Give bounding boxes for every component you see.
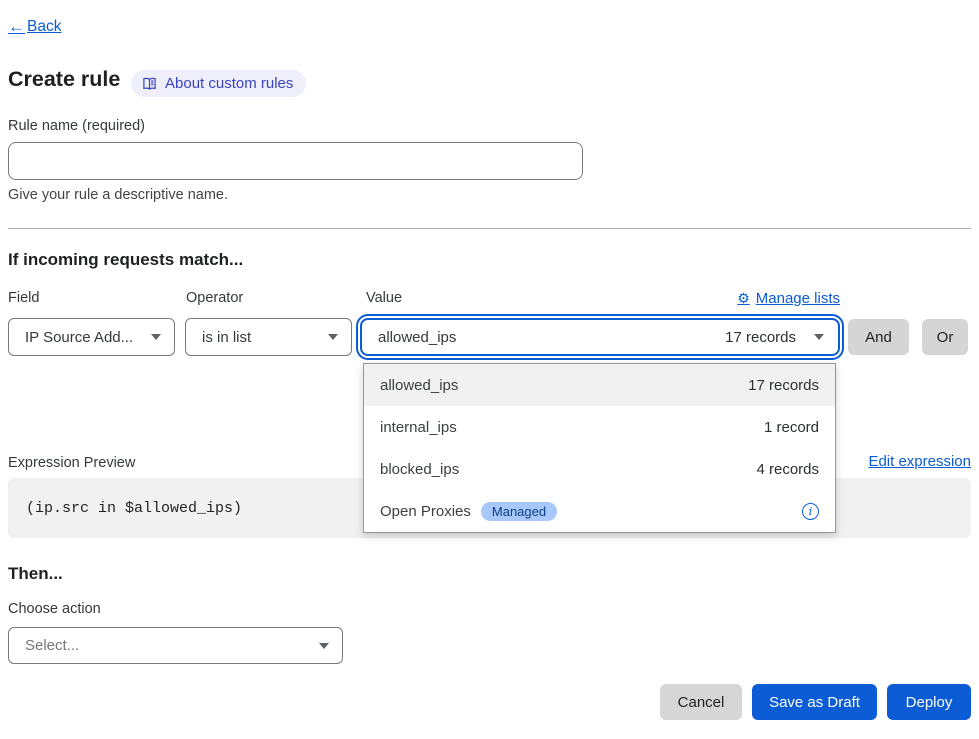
- section-divider: [8, 228, 971, 229]
- list-item-records: 1 record: [764, 419, 819, 436]
- gear-icon: ⚙: [737, 290, 750, 307]
- value-select-record-count: 17 records: [725, 329, 796, 346]
- list-item-records: 4 records: [756, 461, 819, 478]
- managed-badge: Managed: [481, 502, 557, 521]
- list-item-open-proxies[interactable]: Open Proxies Managed i: [364, 490, 835, 532]
- operator-column-label: Operator: [186, 290, 243, 306]
- value-select[interactable]: allowed_ips 17 records: [360, 318, 840, 356]
- and-button[interactable]: And: [848, 319, 909, 355]
- chevron-down-icon: [319, 643, 329, 649]
- list-item-internal-ips[interactable]: internal_ips 1 record: [364, 406, 835, 448]
- or-button[interactable]: Or: [922, 319, 968, 355]
- create-rule-page: ← Back Create rule About custom rules Ru…: [0, 0, 979, 739]
- cancel-button[interactable]: Cancel: [660, 684, 742, 720]
- about-custom-rules-label: About custom rules: [165, 75, 293, 92]
- action-select-placeholder: Select...: [25, 637, 79, 654]
- about-custom-rules-link[interactable]: About custom rules: [131, 70, 306, 97]
- rule-name-helper-text: Give your rule a descriptive name.: [8, 187, 228, 203]
- value-select-value: allowed_ips: [378, 329, 456, 346]
- book-icon: [142, 77, 157, 91]
- chevron-down-icon: [151, 334, 161, 340]
- value-column-label: Value: [366, 290, 402, 306]
- back-link-label: Back: [27, 18, 61, 36]
- field-select[interactable]: IP Source Add...: [8, 318, 175, 356]
- expression-code: (ip.src in $allowed_ips): [26, 500, 242, 517]
- chevron-down-icon: [814, 334, 824, 340]
- list-item-blocked-ips[interactable]: blocked_ips 4 records: [364, 448, 835, 490]
- match-section-heading: If incoming requests match...: [8, 250, 243, 270]
- value-dropdown-panel: allowed_ips 17 records internal_ips 1 re…: [363, 363, 836, 533]
- list-item-name: Open Proxies: [380, 503, 471, 520]
- chevron-down-icon: [328, 334, 338, 340]
- choose-action-label: Choose action: [8, 601, 101, 617]
- back-link[interactable]: ← Back: [8, 17, 61, 37]
- then-section-heading: Then...: [8, 564, 63, 584]
- manage-lists-link[interactable]: ⚙ Manage lists: [737, 290, 840, 307]
- field-column-label: Field: [8, 290, 39, 306]
- field-select-value: IP Source Add...: [25, 329, 133, 346]
- operator-select-value: is in list: [202, 329, 251, 346]
- info-icon[interactable]: i: [802, 503, 819, 520]
- deploy-button[interactable]: Deploy: [887, 684, 971, 720]
- edit-expression-link[interactable]: Edit expression: [868, 453, 971, 470]
- operator-select[interactable]: is in list: [185, 318, 352, 356]
- rule-name-input[interactable]: [8, 142, 583, 180]
- action-select[interactable]: Select...: [8, 627, 343, 664]
- list-item-name: allowed_ips: [380, 377, 458, 394]
- manage-lists-label: Manage lists: [756, 290, 840, 307]
- list-item-allowed-ips[interactable]: allowed_ips 17 records: [364, 364, 835, 406]
- list-item-name: blocked_ips: [380, 461, 459, 478]
- save-as-draft-button[interactable]: Save as Draft: [752, 684, 877, 720]
- list-item-records: 17 records: [748, 377, 819, 394]
- expression-preview-label: Expression Preview: [8, 455, 135, 471]
- rule-name-label: Rule name (required): [8, 118, 145, 134]
- list-item-name: internal_ips: [380, 419, 457, 436]
- page-title: Create rule: [8, 67, 120, 92]
- back-arrow-icon: ←: [8, 17, 25, 37]
